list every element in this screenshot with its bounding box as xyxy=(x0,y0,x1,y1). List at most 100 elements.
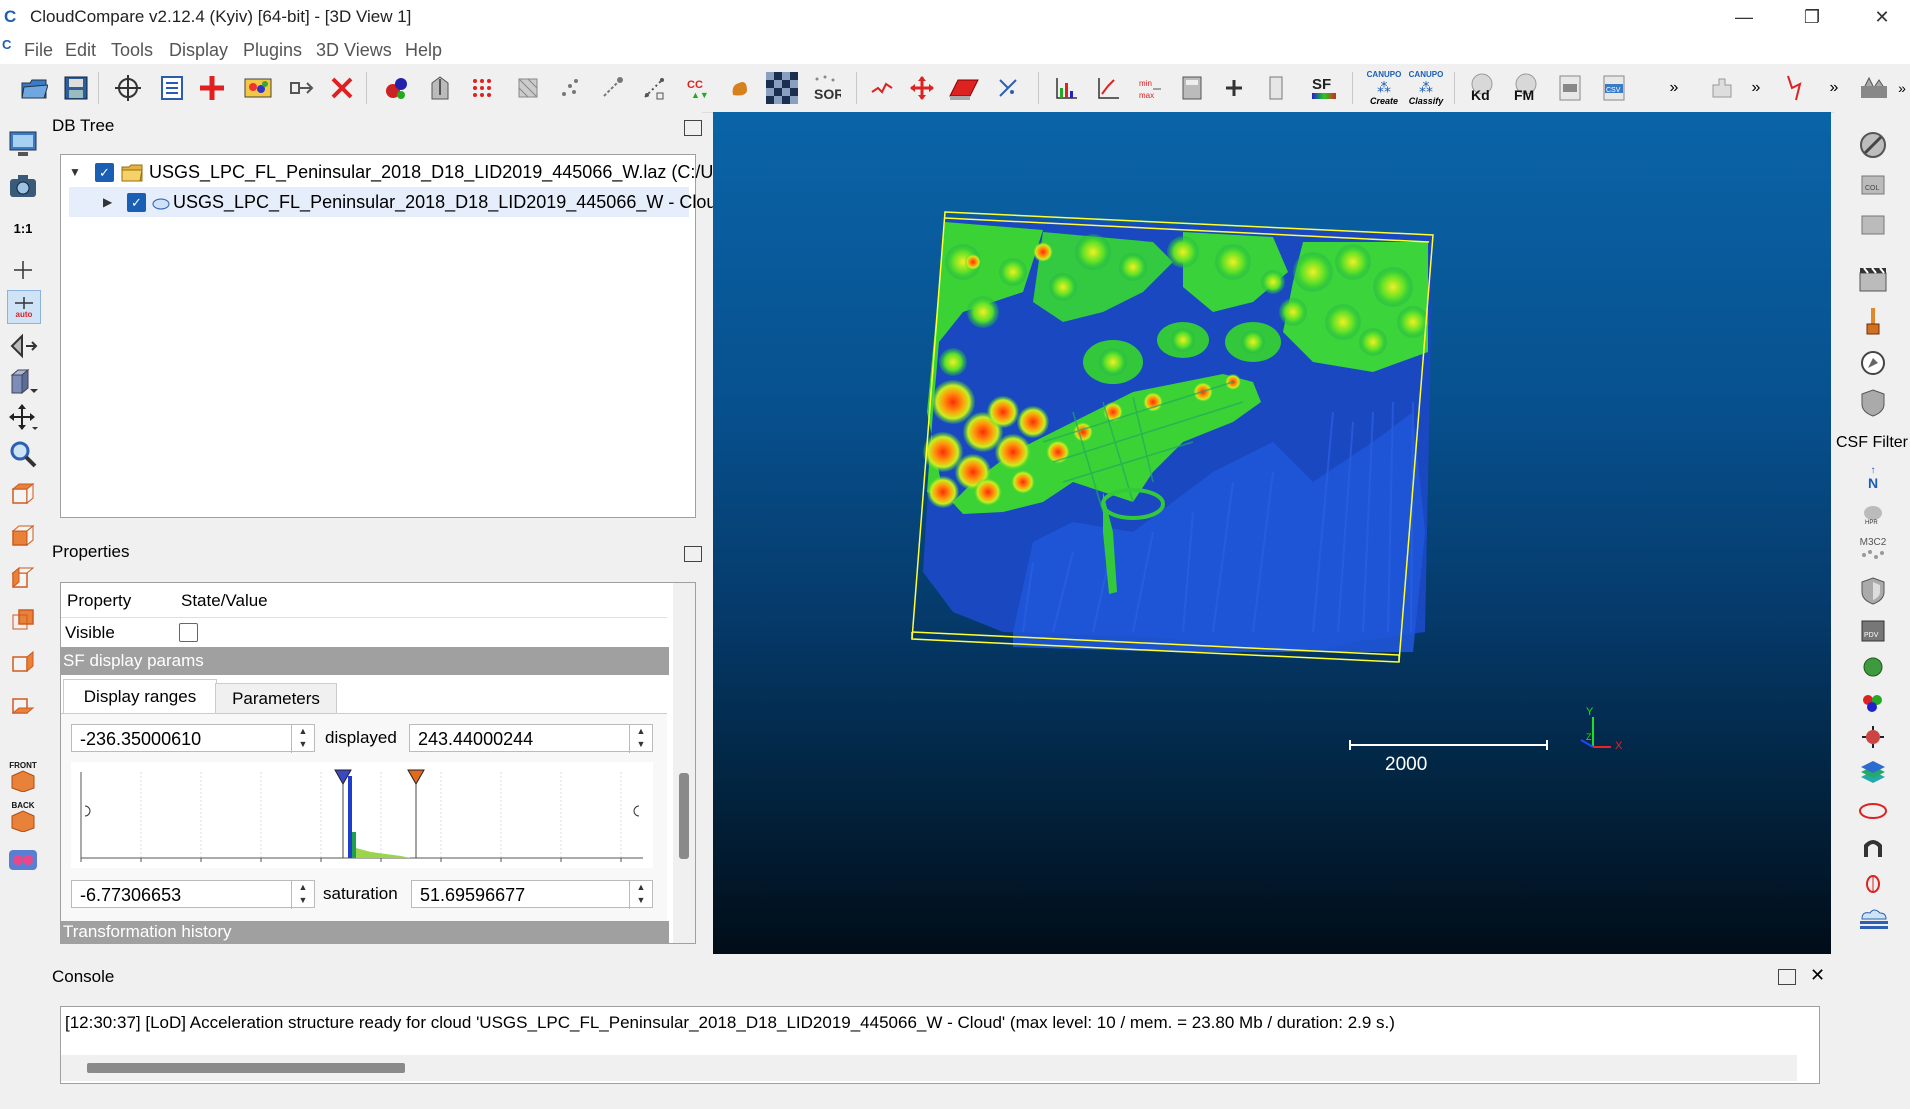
m3c2-icon[interactable]: M3C2 xyxy=(1856,532,1890,566)
pdv-icon[interactable]: PDV xyxy=(1856,614,1890,648)
add-point-icon[interactable] xyxy=(196,72,228,104)
sf-calculator-icon[interactable] xyxy=(1176,72,1208,104)
pick-rotation-center-icon[interactable] xyxy=(112,72,144,104)
console-close-icon[interactable]: ✕ xyxy=(1810,965,1825,986)
file-visibility-checkbox[interactable]: ✓ xyxy=(95,163,114,182)
sf-gradient-icon[interactable] xyxy=(1092,72,1124,104)
zoom-1-1-button[interactable]: 1:1 xyxy=(7,212,39,244)
toolbar-more-4[interactable]: » xyxy=(1894,72,1910,104)
view-back-icon[interactable] xyxy=(7,604,39,636)
bbox-tool-icon[interactable] xyxy=(1856,208,1890,242)
export-csv-icon[interactable]: CSV xyxy=(1598,72,1630,104)
subsample-icon[interactable] xyxy=(466,72,498,104)
merge-icon[interactable] xyxy=(286,72,318,104)
canupo-create-icon[interactable]: CANUPO ⁂ Create xyxy=(1364,70,1404,106)
restore-button[interactable]: ❐ xyxy=(1784,0,1840,34)
list-icon[interactable] xyxy=(156,72,188,104)
properties-view[interactable]: Property State/Value Visible SF display … xyxy=(60,582,696,944)
sample-points-icon[interactable] xyxy=(554,72,586,104)
tree-item-file[interactable]: ▼ ✓ USGS_LPC_FL_Peninsular_2018_D18_LID2… xyxy=(69,157,737,187)
sf-delete-icon[interactable] xyxy=(1260,72,1292,104)
brush-icon[interactable] xyxy=(1856,304,1890,338)
color-icon[interactable] xyxy=(242,72,274,104)
point-picking-icon[interactable] xyxy=(992,72,1024,104)
histogram-icon[interactable] xyxy=(1050,72,1082,104)
bug-icon[interactable] xyxy=(1856,866,1890,900)
hidden-points-icon[interactable] xyxy=(1858,72,1890,104)
console-undock-button[interactable] xyxy=(1778,969,1796,985)
iso-front-icon[interactable]: FRONT xyxy=(7,760,39,792)
rgb-dots-icon[interactable] xyxy=(1856,686,1890,720)
menu-display[interactable]: Display xyxy=(169,40,228,61)
close-window-button[interactable]: ✕ xyxy=(1854,0,1910,34)
tree-item-cloud[interactable]: ▶ ✓ USGS_LPC_FL_Peninsular_2018_D18_LID2… xyxy=(69,187,726,217)
sor-filter-icon[interactable]: SOR xyxy=(810,72,842,104)
view-top-icon[interactable] xyxy=(7,478,39,510)
sf-rgb-icon[interactable]: SF xyxy=(1308,72,1340,104)
toolbar-more-2[interactable]: » xyxy=(1746,72,1766,104)
noise-icon[interactable] xyxy=(866,72,898,104)
cloud-visibility-checkbox[interactable]: ✓ xyxy=(127,193,146,212)
zoom-icon[interactable] xyxy=(7,438,39,470)
pan-icon[interactable] xyxy=(7,402,39,434)
spin-arrows-icon[interactable]: ▲ ▼ xyxy=(629,725,652,753)
spin-arrows-icon[interactable]: ▲ ▼ xyxy=(291,881,314,909)
auto-pivot-button[interactable]: auto xyxy=(7,290,41,324)
facets-fm-icon[interactable]: FM xyxy=(1508,72,1544,104)
tab-parameters[interactable]: Parameters xyxy=(215,683,337,715)
console-hscrollbar-thumb[interactable] xyxy=(87,1063,405,1073)
ellipse-icon[interactable] xyxy=(1856,794,1890,828)
spin-arrows-icon[interactable]: ▲ ▼ xyxy=(629,881,652,909)
translate-icon[interactable] xyxy=(906,72,938,104)
fullscreen-display-icon[interactable] xyxy=(7,128,39,160)
properties-undock-button[interactable] xyxy=(684,546,702,562)
normals-icon[interactable] xyxy=(424,72,456,104)
db-tree-view[interactable]: ▼ ✓ USGS_LPC_FL_Peninsular_2018_D18_LID2… xyxy=(60,154,737,518)
spin-arrows-icon[interactable]: ▲ ▼ xyxy=(291,725,314,753)
virus-icon[interactable] xyxy=(1856,720,1890,754)
plugin-puzzle-icon[interactable] xyxy=(1706,72,1738,104)
clapperboard-icon[interactable] xyxy=(1856,262,1890,296)
delete-icon[interactable] xyxy=(326,72,358,104)
toolbar-more-1[interactable]: » xyxy=(1664,72,1684,104)
cloud-layers-icon[interactable] xyxy=(1856,902,1890,936)
stereo-mode-icon[interactable] xyxy=(7,844,39,876)
rotate-view-icon[interactable] xyxy=(7,330,39,362)
cloud-mesh-distance-icon[interactable] xyxy=(638,72,670,104)
expand-arrow-icon[interactable]: ▶ xyxy=(103,187,112,217)
compass-icon[interactable] xyxy=(1856,346,1890,380)
menu-help[interactable]: Help xyxy=(405,40,442,61)
minimize-button[interactable]: — xyxy=(1716,0,1772,34)
console-hscrollbar[interactable] xyxy=(61,1055,1797,1081)
save-icon[interactable] xyxy=(60,72,92,104)
kd-tree-icon[interactable]: Kd xyxy=(1464,72,1500,104)
green-sphere-icon[interactable] xyxy=(1856,650,1890,684)
max-displayed-spinbox[interactable]: 243.44000244 ▲ ▼ xyxy=(409,724,653,753)
view-right-icon[interactable] xyxy=(7,646,39,678)
db-tree-undock-button[interactable] xyxy=(684,120,702,136)
camera-icon[interactable] xyxy=(7,170,39,202)
collapse-arrow-icon[interactable]: ▼ xyxy=(69,157,81,187)
iso-back-icon[interactable]: BACK xyxy=(7,800,39,832)
add-sf-icon[interactable] xyxy=(1218,72,1250,104)
shield-icon[interactable] xyxy=(1856,574,1890,608)
view-left-icon[interactable] xyxy=(7,562,39,594)
csf-filter-shield-icon[interactable] xyxy=(1856,386,1890,420)
view-bottom-icon[interactable] xyxy=(7,688,39,720)
set-pivot-icon[interactable] xyxy=(7,254,39,286)
trace-polyline-icon[interactable] xyxy=(1780,72,1812,104)
visible-checkbox[interactable] xyxy=(179,623,198,642)
sf-minmax-icon[interactable]: min max xyxy=(1134,72,1166,104)
hpr-icon[interactable]: HPR xyxy=(1856,498,1890,532)
cc-icon[interactable]: CC ▲▼ xyxy=(682,72,714,104)
cross-section-icon[interactable] xyxy=(948,72,980,104)
export-shp-icon[interactable] xyxy=(1554,72,1586,104)
canupo-classify-icon[interactable]: CANUPO ⁂ Classify xyxy=(1406,70,1446,106)
menu-edit[interactable]: Edit xyxy=(65,40,96,61)
mesh-icon[interactable] xyxy=(512,72,544,104)
view-front-icon[interactable] xyxy=(7,520,39,552)
color-col-icon[interactable]: COL xyxy=(1856,168,1890,202)
arch-icon[interactable] xyxy=(1856,830,1890,864)
min-saturation-spinbox[interactable]: -6.77306653 ▲ ▼ xyxy=(71,880,315,909)
sf-histogram[interactable] xyxy=(71,762,653,868)
